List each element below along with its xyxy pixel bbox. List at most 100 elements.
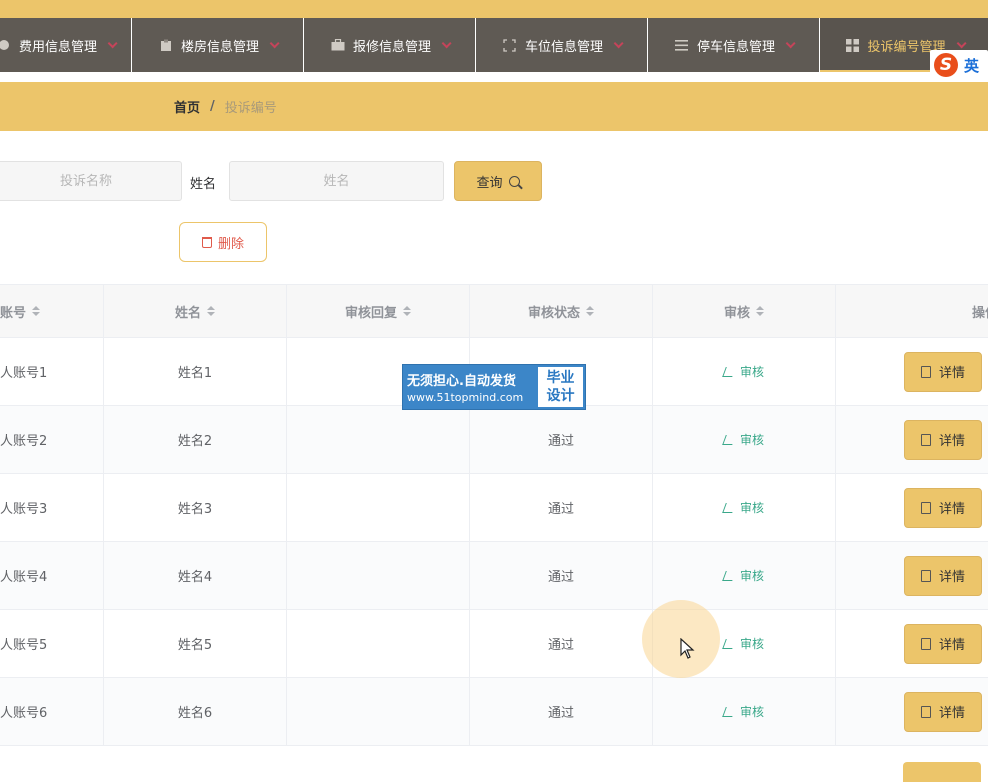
document-icon: [920, 569, 931, 582]
nav-label: 楼房信息管理: [180, 39, 259, 55]
cell-actions: 详情: [836, 610, 988, 677]
ime-language-badge[interactable]: S 英: [930, 50, 988, 80]
audit-link[interactable]: 审核: [722, 431, 764, 448]
nav-item-fee[interactable]: 费用信息管理: [0, 18, 132, 72]
query-button-label: 查询: [476, 175, 503, 191]
table-row: 人账号6 姓名6 通过 审核 详情: [0, 678, 988, 746]
sort-icon[interactable]: [586, 306, 594, 316]
watermark-side2: 设计: [546, 388, 575, 404]
watermark-banner: 无须担心.自动发货 www.51topmind.com 毕业 设计: [402, 364, 586, 410]
detail-button[interactable]: 详情: [904, 487, 982, 528]
sort-icon[interactable]: [403, 306, 411, 316]
watermark-side1: 毕业: [546, 370, 575, 386]
audit-link[interactable]: 审核: [722, 363, 764, 380]
nav-item-parking[interactable]: 停车信息管理: [648, 18, 820, 72]
sort-icon[interactable]: [207, 306, 215, 316]
cell-actions: 详情: [836, 406, 988, 473]
chevron-down-icon: [785, 37, 796, 48]
delete-button[interactable]: 删除: [179, 222, 267, 262]
column-header-name[interactable]: 姓名: [104, 285, 287, 337]
detail-button[interactable]: 详情: [904, 623, 982, 664]
table-row: 人账号3 姓名3 通过 审核 详情: [0, 474, 988, 542]
watermark-line1: 无须担心.自动发货: [407, 374, 516, 389]
query-button[interactable]: 查询: [454, 161, 542, 201]
search-icon: [508, 175, 520, 187]
document-icon: [920, 365, 931, 378]
chevron-down-icon: [107, 37, 118, 48]
nav-label: 停车信息管理: [696, 39, 775, 55]
nav-item-building[interactable]: 楼房信息管理: [132, 18, 304, 72]
edit-icon: [722, 706, 736, 717]
document-icon: [920, 433, 931, 446]
sort-icon[interactable]: [32, 306, 41, 316]
chevron-down-icon: [441, 37, 452, 48]
grid-icon: [845, 38, 859, 52]
detail-button[interactable]: 详情: [904, 691, 982, 732]
cell-audit: 审核: [653, 678, 836, 745]
nav-label: 费用信息管理: [18, 39, 97, 55]
table-header: 账号 姓名 审核回复 审核状态 审核 操作: [0, 284, 988, 338]
cell-name: 姓名3: [104, 474, 287, 541]
audit-link[interactable]: 审核: [722, 567, 764, 584]
cell-account: 人账号3: [0, 474, 104, 541]
complaint-table: 账号 姓名 审核回复 审核状态 审核 操作 人账号1姓名1审核详情人账号2姓名2…: [0, 284, 988, 746]
document-icon: [920, 637, 931, 650]
detail-button[interactable]: 详情: [904, 555, 982, 596]
breadcrumb-separator: /: [210, 99, 215, 114]
cell-actions: 详情: [836, 474, 988, 541]
breadcrumb-home[interactable]: 首页: [174, 97, 200, 116]
cell-account: 人账号1: [0, 338, 104, 405]
cell-account: 人账号6: [0, 678, 104, 745]
chevron-down-icon: [613, 37, 624, 48]
ime-language-label: 英: [964, 56, 980, 75]
cell-account: 人账号4: [0, 542, 104, 609]
column-header-audit[interactable]: 审核: [653, 285, 836, 337]
column-header-status[interactable]: 审核状态: [470, 285, 653, 337]
top-strip: [0, 0, 988, 18]
cell-actions: 详情: [836, 542, 988, 609]
person-name-input[interactable]: [229, 161, 444, 201]
column-header-actions: 操作: [971, 305, 988, 321]
chevron-down-icon: [269, 37, 280, 48]
cell-reply: [287, 474, 470, 541]
cell-status: 通过: [470, 474, 653, 541]
audit-link[interactable]: 审核: [722, 499, 764, 516]
search-bar: 姓名 查询: [0, 161, 988, 201]
column-header-account[interactable]: 账号: [0, 285, 104, 337]
edit-icon: [722, 570, 736, 581]
edit-icon: [722, 638, 736, 649]
mouse-pointer-icon: [680, 638, 695, 659]
edit-icon: [722, 366, 736, 377]
cell-account: 人账号2: [0, 406, 104, 473]
breadcrumb: 首页 / 投诉编号: [0, 82, 988, 131]
cell-actions: 详情: [836, 338, 988, 405]
cell-name: 姓名5: [104, 610, 287, 677]
list-icon: [675, 38, 689, 52]
detail-button[interactable]: 详情: [904, 351, 982, 392]
column-header-reply[interactable]: 审核回复: [287, 285, 470, 337]
edit-icon: [722, 434, 736, 445]
cell-reply: [287, 406, 470, 473]
frame-icon: [503, 38, 517, 52]
sort-icon[interactable]: [756, 306, 764, 316]
audit-link[interactable]: 审核: [722, 635, 764, 652]
nav-label: 车位信息管理: [524, 39, 603, 55]
cell-account: 人账号5: [0, 610, 104, 677]
cell-status: 通过: [470, 542, 653, 609]
cell-name: 姓名4: [104, 542, 287, 609]
detail-button-partial[interactable]: [903, 762, 981, 782]
cell-name: 姓名6: [104, 678, 287, 745]
watermark-url: www.51topmind.com: [407, 391, 524, 404]
top-nav: 费用信息管理 楼房信息管理 报修信息管理 车位信息管理 停车信息管理 投诉编号管…: [0, 18, 988, 72]
table-row: 人账号5 姓名5 通过 审核 详情: [0, 610, 988, 678]
detail-button[interactable]: 详情: [904, 419, 982, 460]
nav-item-parking-space[interactable]: 车位信息管理: [476, 18, 648, 72]
complaint-name-input[interactable]: [0, 161, 182, 201]
cell-audit: 审核: [653, 474, 836, 541]
delete-button-label: 删除: [217, 236, 244, 252]
nav-item-repair[interactable]: 报修信息管理: [304, 18, 476, 72]
trash-icon: [201, 236, 212, 248]
audit-link[interactable]: 审核: [722, 703, 764, 720]
chevron-down-icon: [956, 37, 967, 48]
edit-icon: [722, 502, 736, 513]
